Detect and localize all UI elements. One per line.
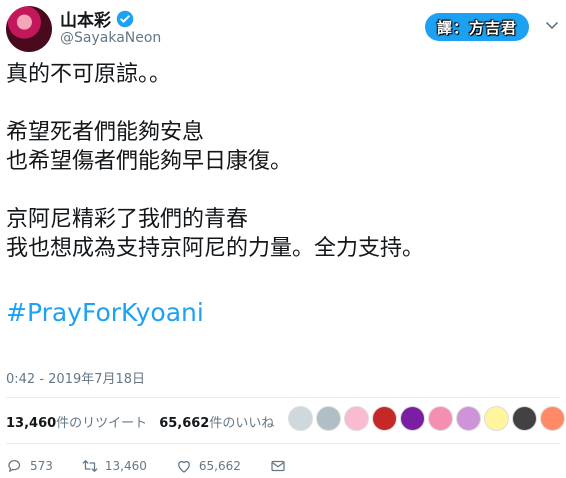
like-count: 65,662 [198, 459, 241, 473]
tweet-blank-line [6, 176, 561, 205]
like-stat[interactable]: 65,662件のいいね [159, 412, 274, 431]
tweet-line: 也希望傷者們能夠早日康復。 [6, 149, 293, 174]
retweet-stat[interactable]: 13,460件のリツイート [6, 412, 147, 431]
retweet-count: 13,460 [104, 459, 147, 473]
like-stat-label: 件のいいね [209, 416, 275, 431]
liker-avatar[interactable] [344, 406, 369, 431]
reply-button[interactable]: 573 [6, 457, 53, 475]
liker-avatar[interactable] [372, 406, 397, 431]
liker-avatars [288, 406, 565, 431]
timestamp[interactable]: 0:42 - 2019年7月18日 [6, 368, 145, 387]
divider [6, 397, 560, 398]
reply-count: 573 [30, 459, 53, 473]
tweet-line: 我也想成為支持京阿尼的力量。全力支持。 [6, 236, 425, 261]
action-bar: 573 13,460 65,662 [6, 457, 315, 475]
verified-badge-icon [116, 10, 134, 27]
tweet-text: 真的不可原諒。。 希望死者們能夠安息 也希望傷者們能夠早日康復。 京阿尼精彩了我… [6, 60, 561, 327]
liker-avatar[interactable] [456, 406, 481, 431]
like-button[interactable]: 65,662 [175, 457, 241, 475]
retweet-icon [82, 460, 98, 472]
envelope-icon [271, 460, 285, 472]
message-button[interactable] [269, 457, 287, 475]
translator-badge: 譯：方吉君 [425, 13, 529, 41]
engagement-stats: 13,460件のリツイート 65,662件のいいね [6, 412, 274, 431]
liker-avatar[interactable] [288, 406, 313, 431]
tweet-line: 希望死者們能夠安息 [6, 120, 205, 145]
retweet-stat-count: 13,460 [6, 416, 57, 431]
chevron-down-icon[interactable] [545, 19, 559, 33]
reply-icon [8, 460, 21, 472]
retweet-button[interactable]: 13,460 [81, 457, 147, 475]
divider [6, 443, 560, 444]
tweet-line: 真的不可原諒。。 [6, 62, 172, 87]
avatar[interactable] [6, 6, 52, 52]
liker-avatar[interactable] [540, 406, 565, 431]
liker-avatar[interactable] [316, 406, 341, 431]
liker-avatar[interactable] [428, 406, 453, 431]
heart-icon [178, 460, 190, 473]
handle[interactable]: @SayakaNeon [60, 30, 161, 46]
retweet-stat-label: 件のリツイート [56, 416, 148, 431]
tweet-blank-line [6, 89, 561, 118]
tweet-line: 京阿尼精彩了我們的青春 [6, 207, 249, 232]
translator-badge-text: 譯：方吉君 [436, 18, 517, 37]
display-name[interactable]: 山本彩 [60, 6, 134, 31]
hashtag-link[interactable]: #PrayForKyoani [6, 298, 561, 327]
like-stat-count: 65,662 [159, 416, 210, 431]
liker-avatar[interactable] [400, 406, 425, 431]
liker-avatar[interactable] [512, 406, 537, 431]
tweet-blank-line [6, 263, 561, 292]
liker-avatar[interactable] [484, 406, 509, 431]
display-name-text: 山本彩 [60, 11, 111, 31]
